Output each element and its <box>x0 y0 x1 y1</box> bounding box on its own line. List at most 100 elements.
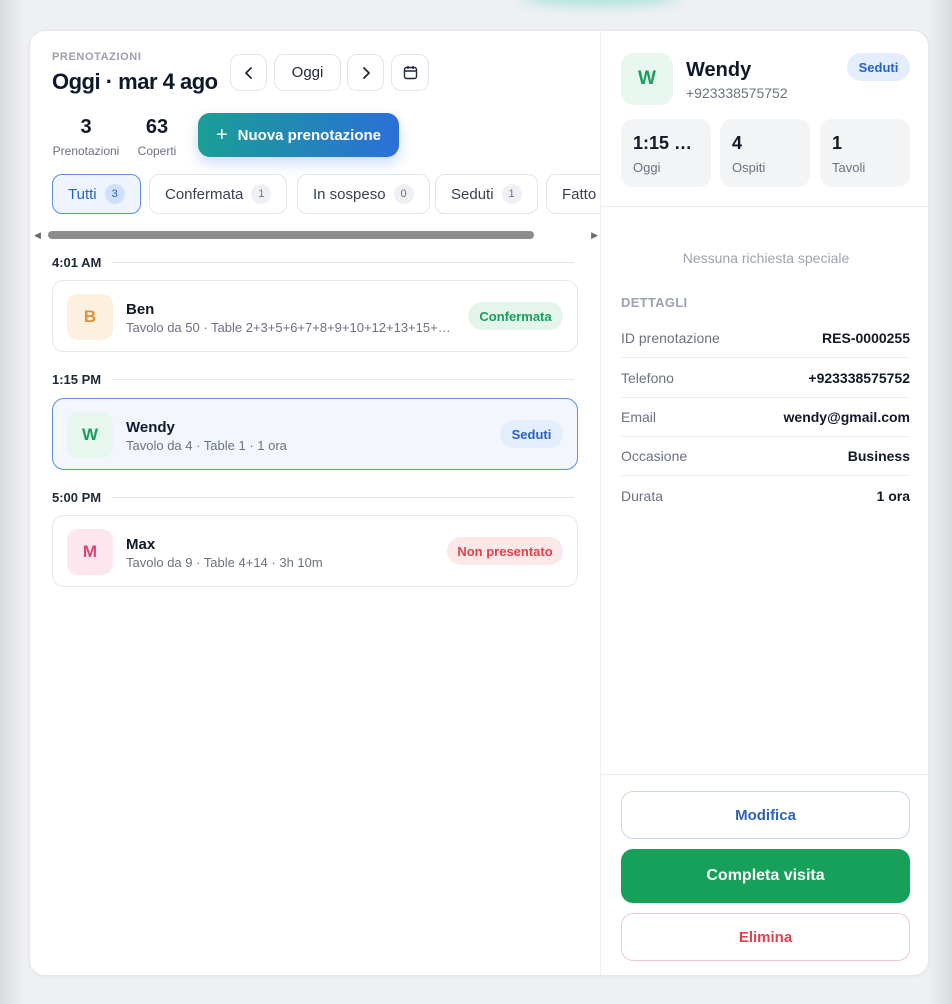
tab-confirmed[interactable]: Confermata 1 <box>149 174 288 214</box>
reservation-detail-panel: W Wendy +923338575752 Seduti 1:15 … Oggi… <box>600 31 928 975</box>
avatar: W <box>67 412 113 458</box>
scrollbar-thumb[interactable] <box>48 231 534 239</box>
summary-tables-value: 1 <box>832 133 843 153</box>
tab-done[interactable]: Fatto <box>546 174 600 214</box>
next-day-button[interactable] <box>347 54 384 91</box>
tab-count: 1 <box>251 184 272 204</box>
tabs-scrollbar[interactable]: ◀ ▶ <box>34 230 598 240</box>
summary-guests-label: Ospiti <box>732 160 766 175</box>
scroll-left-arrow-icon[interactable]: ◀ <box>34 230 41 240</box>
detail-row-email: Email wendy@gmail.com <box>621 398 910 437</box>
divider <box>111 378 574 380</box>
top-glow <box>520 0 680 6</box>
detail-key: ID prenotazione <box>621 330 720 346</box>
plus-icon: + <box>215 124 228 146</box>
reservation-row-wendy[interactable]: W Wendy Tavolo da 4 · Table 1 · 1 ora Se… <box>52 398 578 470</box>
guest-phone: +923338575752 <box>686 85 788 101</box>
stat-covers-label: Coperti <box>137 144 177 158</box>
detail-value: Business <box>847 448 910 464</box>
divider <box>111 261 574 263</box>
page-title: Oggi · mar 4 ago <box>52 69 218 94</box>
tab-label: In sospeso <box>313 185 386 203</box>
time-label: 5:00 PM <box>52 489 102 505</box>
details-heading: DETTAGLI <box>621 295 688 310</box>
time-label: 4:01 AM <box>52 254 102 270</box>
status-badge: Seduti <box>847 53 910 81</box>
tab-count: 1 <box>501 184 522 204</box>
time-separator: 4:01 AM <box>52 253 574 271</box>
chevron-left-icon <box>244 66 252 79</box>
reservation-details: Tavolo da 50 · Table 2+3+5+6+7+8+9+10+12… <box>126 320 456 335</box>
special-requests-empty: Nessuna richiesta speciale <box>682 250 850 266</box>
detail-key: Telefono <box>621 370 674 386</box>
calendar-icon <box>403 66 417 80</box>
tab-label: Confermata <box>165 185 244 203</box>
divider <box>601 206 928 207</box>
guest-avatar: W <box>621 53 673 105</box>
stat-covers-value: 63 <box>145 116 169 138</box>
summary-time: 1:15 … Oggi <box>621 119 711 187</box>
guest-name: Wendy <box>686 59 752 81</box>
summary-time-label: Oggi <box>633 160 661 175</box>
detail-key: Occasione <box>621 448 688 464</box>
previous-day-button[interactable] <box>230 54 267 91</box>
detail-value: wendy@gmail.com <box>783 409 910 425</box>
time-separator: 1:15 PM <box>52 370 574 388</box>
complete-visit-button[interactable]: Completa visita <box>621 849 910 903</box>
summary-tables: 1 Tavoli <box>820 119 910 187</box>
summary-guests-value: 4 <box>732 133 743 153</box>
tab-label: Fatto <box>562 185 597 203</box>
today-button[interactable]: Oggi <box>274 54 341 91</box>
tab-all[interactable]: Tutti 3 <box>52 174 141 214</box>
summary-tables-label: Tavoli <box>832 160 866 175</box>
guest-name: Max <box>126 536 156 553</box>
chevron-right-icon <box>362 66 370 79</box>
detail-key: Email <box>621 409 657 425</box>
delete-button[interactable]: Elimina <box>621 913 910 961</box>
detail-row-phone: Telefono +923338575752 <box>621 359 910 398</box>
time-label: 1:15 PM <box>52 371 102 387</box>
tab-label: Seduti <box>451 185 494 203</box>
reservation-details: Tavolo da 4 · Table 1 · 1 ora <box>126 438 287 453</box>
tab-seated[interactable]: Seduti 1 <box>435 174 538 214</box>
avatar: M <box>67 529 113 575</box>
edit-button[interactable]: Modifica <box>621 791 910 839</box>
detail-row-id: ID prenotazione RES-0000255 <box>621 319 910 358</box>
avatar: B <box>67 294 113 340</box>
status-filter-tabs: Tutti 3 Confermata 1 In sospeso 0 Seduti… <box>52 174 600 214</box>
stat-reservations-value: 3 <box>80 116 92 138</box>
tab-count: 0 <box>393 184 414 204</box>
detail-value: 1 ora <box>876 487 910 504</box>
background-edge-left <box>0 0 24 1004</box>
new-reservation-button[interactable]: + Nuova prenotazione <box>198 113 399 157</box>
reservations-card: PRENOTAZIONI Oggi · mar 4 ago Oggi 3 Pre… <box>29 30 929 976</box>
detail-value: RES-0000255 <box>822 330 910 346</box>
reservation-row-ben[interactable]: B Ben Tavolo da 50 · Table 2+3+5+6+7+8+9… <box>52 280 578 352</box>
section-eyebrow: PRENOTAZIONI <box>52 51 142 63</box>
detail-row-occasion: Occasione Business <box>621 437 910 476</box>
detail-value: +923338575752 <box>808 370 910 386</box>
tab-count: 3 <box>104 184 125 204</box>
summary-time-value: 1:15 … <box>633 133 693 153</box>
reservation-row-max[interactable]: M Max Tavolo da 9 · Table 4+14 · 3h 10m … <box>52 515 578 587</box>
divider <box>601 774 928 775</box>
guest-name: Wendy <box>126 419 175 436</box>
divider <box>111 496 574 498</box>
reservations-list-panel: PRENOTAZIONI Oggi · mar 4 ago Oggi 3 Pre… <box>30 31 600 975</box>
time-separator: 5:00 PM <box>52 488 574 506</box>
status-badge: Non presentato <box>447 537 563 565</box>
calendar-button[interactable] <box>391 54 429 91</box>
stat-reservations-label: Prenotazioni <box>52 144 120 158</box>
detail-row-duration: Durata 1 ora <box>621 476 910 515</box>
tab-label: Tutti <box>68 185 97 203</box>
scroll-right-arrow-icon[interactable]: ▶ <box>591 230 598 240</box>
stat-covers: 63 Coperti <box>135 115 179 158</box>
tab-pending[interactable]: In sospeso 0 <box>297 174 430 214</box>
new-reservation-label: Nuova prenotazione <box>237 126 382 144</box>
stat-reservations: 3 Prenotazioni <box>52 115 120 158</box>
status-badge: Confermata <box>468 302 563 330</box>
status-badge: Seduti <box>500 420 563 448</box>
detail-key: Durata <box>621 487 664 504</box>
guest-name: Ben <box>126 301 155 318</box>
reservation-details: Tavolo da 9 · Table 4+14 · 3h 10m <box>126 555 323 570</box>
